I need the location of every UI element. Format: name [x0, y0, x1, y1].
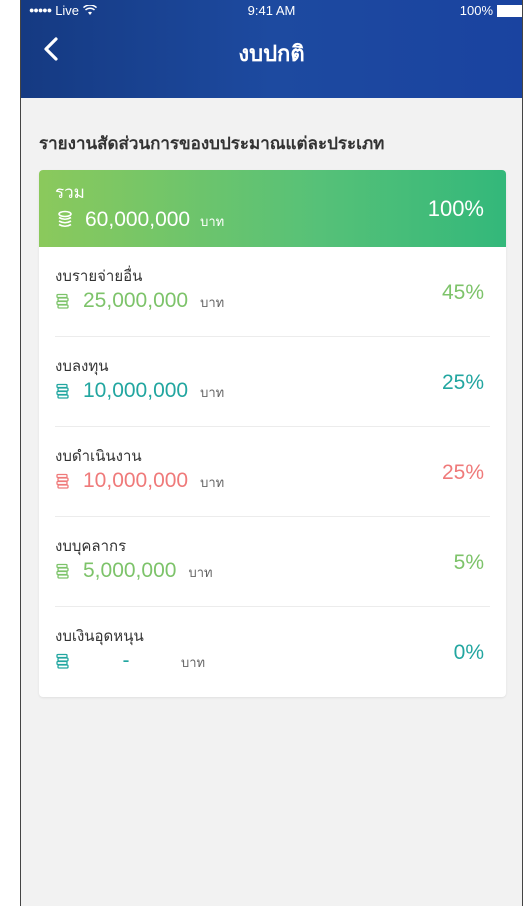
total-percent: 100% [427, 196, 484, 221]
item-label: งบดำเนินงาน [55, 447, 142, 465]
item-amount: 10,000,000 [83, 379, 189, 402]
item-percent: 5% [453, 551, 484, 574]
item-amount-row: 10,000,000 บาท [55, 469, 224, 493]
budget-card: รวม 60,000,000 บาท 100% งบรายจ่ายอื่น 25… [39, 170, 506, 697]
app-header: ●●●●● Live 9:41 AM 100% งบปกติ [21, 0, 522, 98]
battery-percent: 100% [459, 3, 493, 18]
money-stack-icon [56, 383, 69, 399]
item-percent: 45% [441, 281, 484, 304]
budget-item[interactable]: งบบุคลากร 5,000,000 บาท 5% [39, 517, 506, 607]
item-amount-row: 10,000,000 บาท [55, 379, 224, 403]
total-unit: บาท [200, 215, 225, 230]
section-title: รายงานสัดส่วนการของบประมาณแต่ละประเภท [39, 134, 385, 154]
item-label: งบลงทุน [55, 357, 109, 375]
item-label: งบรายจ่ายอื่น [55, 267, 143, 285]
item-unit: บาท [188, 566, 213, 581]
item-amount: 5,000,000 [83, 559, 177, 582]
item-unit: บาท [200, 476, 225, 491]
item-percent: 25% [441, 371, 484, 394]
total-label: รวม [55, 183, 85, 203]
item-unit: บาท [200, 386, 225, 401]
money-stack-icon [56, 563, 69, 579]
item-amount: - [122, 649, 130, 672]
item-unit: บาท [200, 296, 225, 311]
total-amount-row: 60,000,000 บาท [55, 208, 224, 232]
status-bar: ●●●●● Live 9:41 AM 100% [21, 0, 522, 20]
nav-bar: งบปกติ [21, 20, 522, 98]
item-amount-row: 5,000,000 บาท [55, 559, 213, 583]
item-amount: 25,000,000 [83, 289, 189, 312]
item-amount-row: 25,000,000 บาท [55, 289, 224, 313]
page-title: งบปกติ [238, 42, 305, 67]
item-label: งบเงินอุดหนุน [55, 627, 144, 645]
total-amount: 60,000,000 [85, 208, 191, 231]
item-label: งบบุคลากร [55, 537, 127, 555]
money-stack-icon [56, 653, 69, 669]
battery-icon [497, 4, 522, 17]
budget-item[interactable]: งบดำเนินงาน 10,000,000 บาท 25% [39, 427, 506, 517]
phone-screen: ●●●●● Live 9:41 AM 100% งบปกติ รายงานสัด… [20, 0, 523, 906]
item-percent: 0% [453, 641, 484, 664]
item-unit: บาท [181, 656, 206, 671]
budget-item[interactable]: งบเงินอุดหนุน - บาท 0% [39, 607, 506, 697]
item-percent: 25% [441, 461, 484, 484]
money-stack-icon [56, 473, 69, 489]
status-right: 100% [460, 3, 522, 18]
coin-stack-icon [58, 210, 72, 228]
money-stack-icon [56, 293, 69, 309]
total-row[interactable]: รวม 60,000,000 บาท 100% [39, 170, 506, 247]
budget-item[interactable]: งบรายจ่ายอื่น 25,000,000 บาท 45% [39, 247, 506, 337]
item-amount: 10,000,000 [83, 469, 189, 492]
budget-item[interactable]: งบลงทุน 10,000,000 บาท 25% [39, 337, 506, 427]
item-amount-row: - บาท [55, 649, 205, 673]
status-time: 9:41 AM [247, 3, 296, 18]
